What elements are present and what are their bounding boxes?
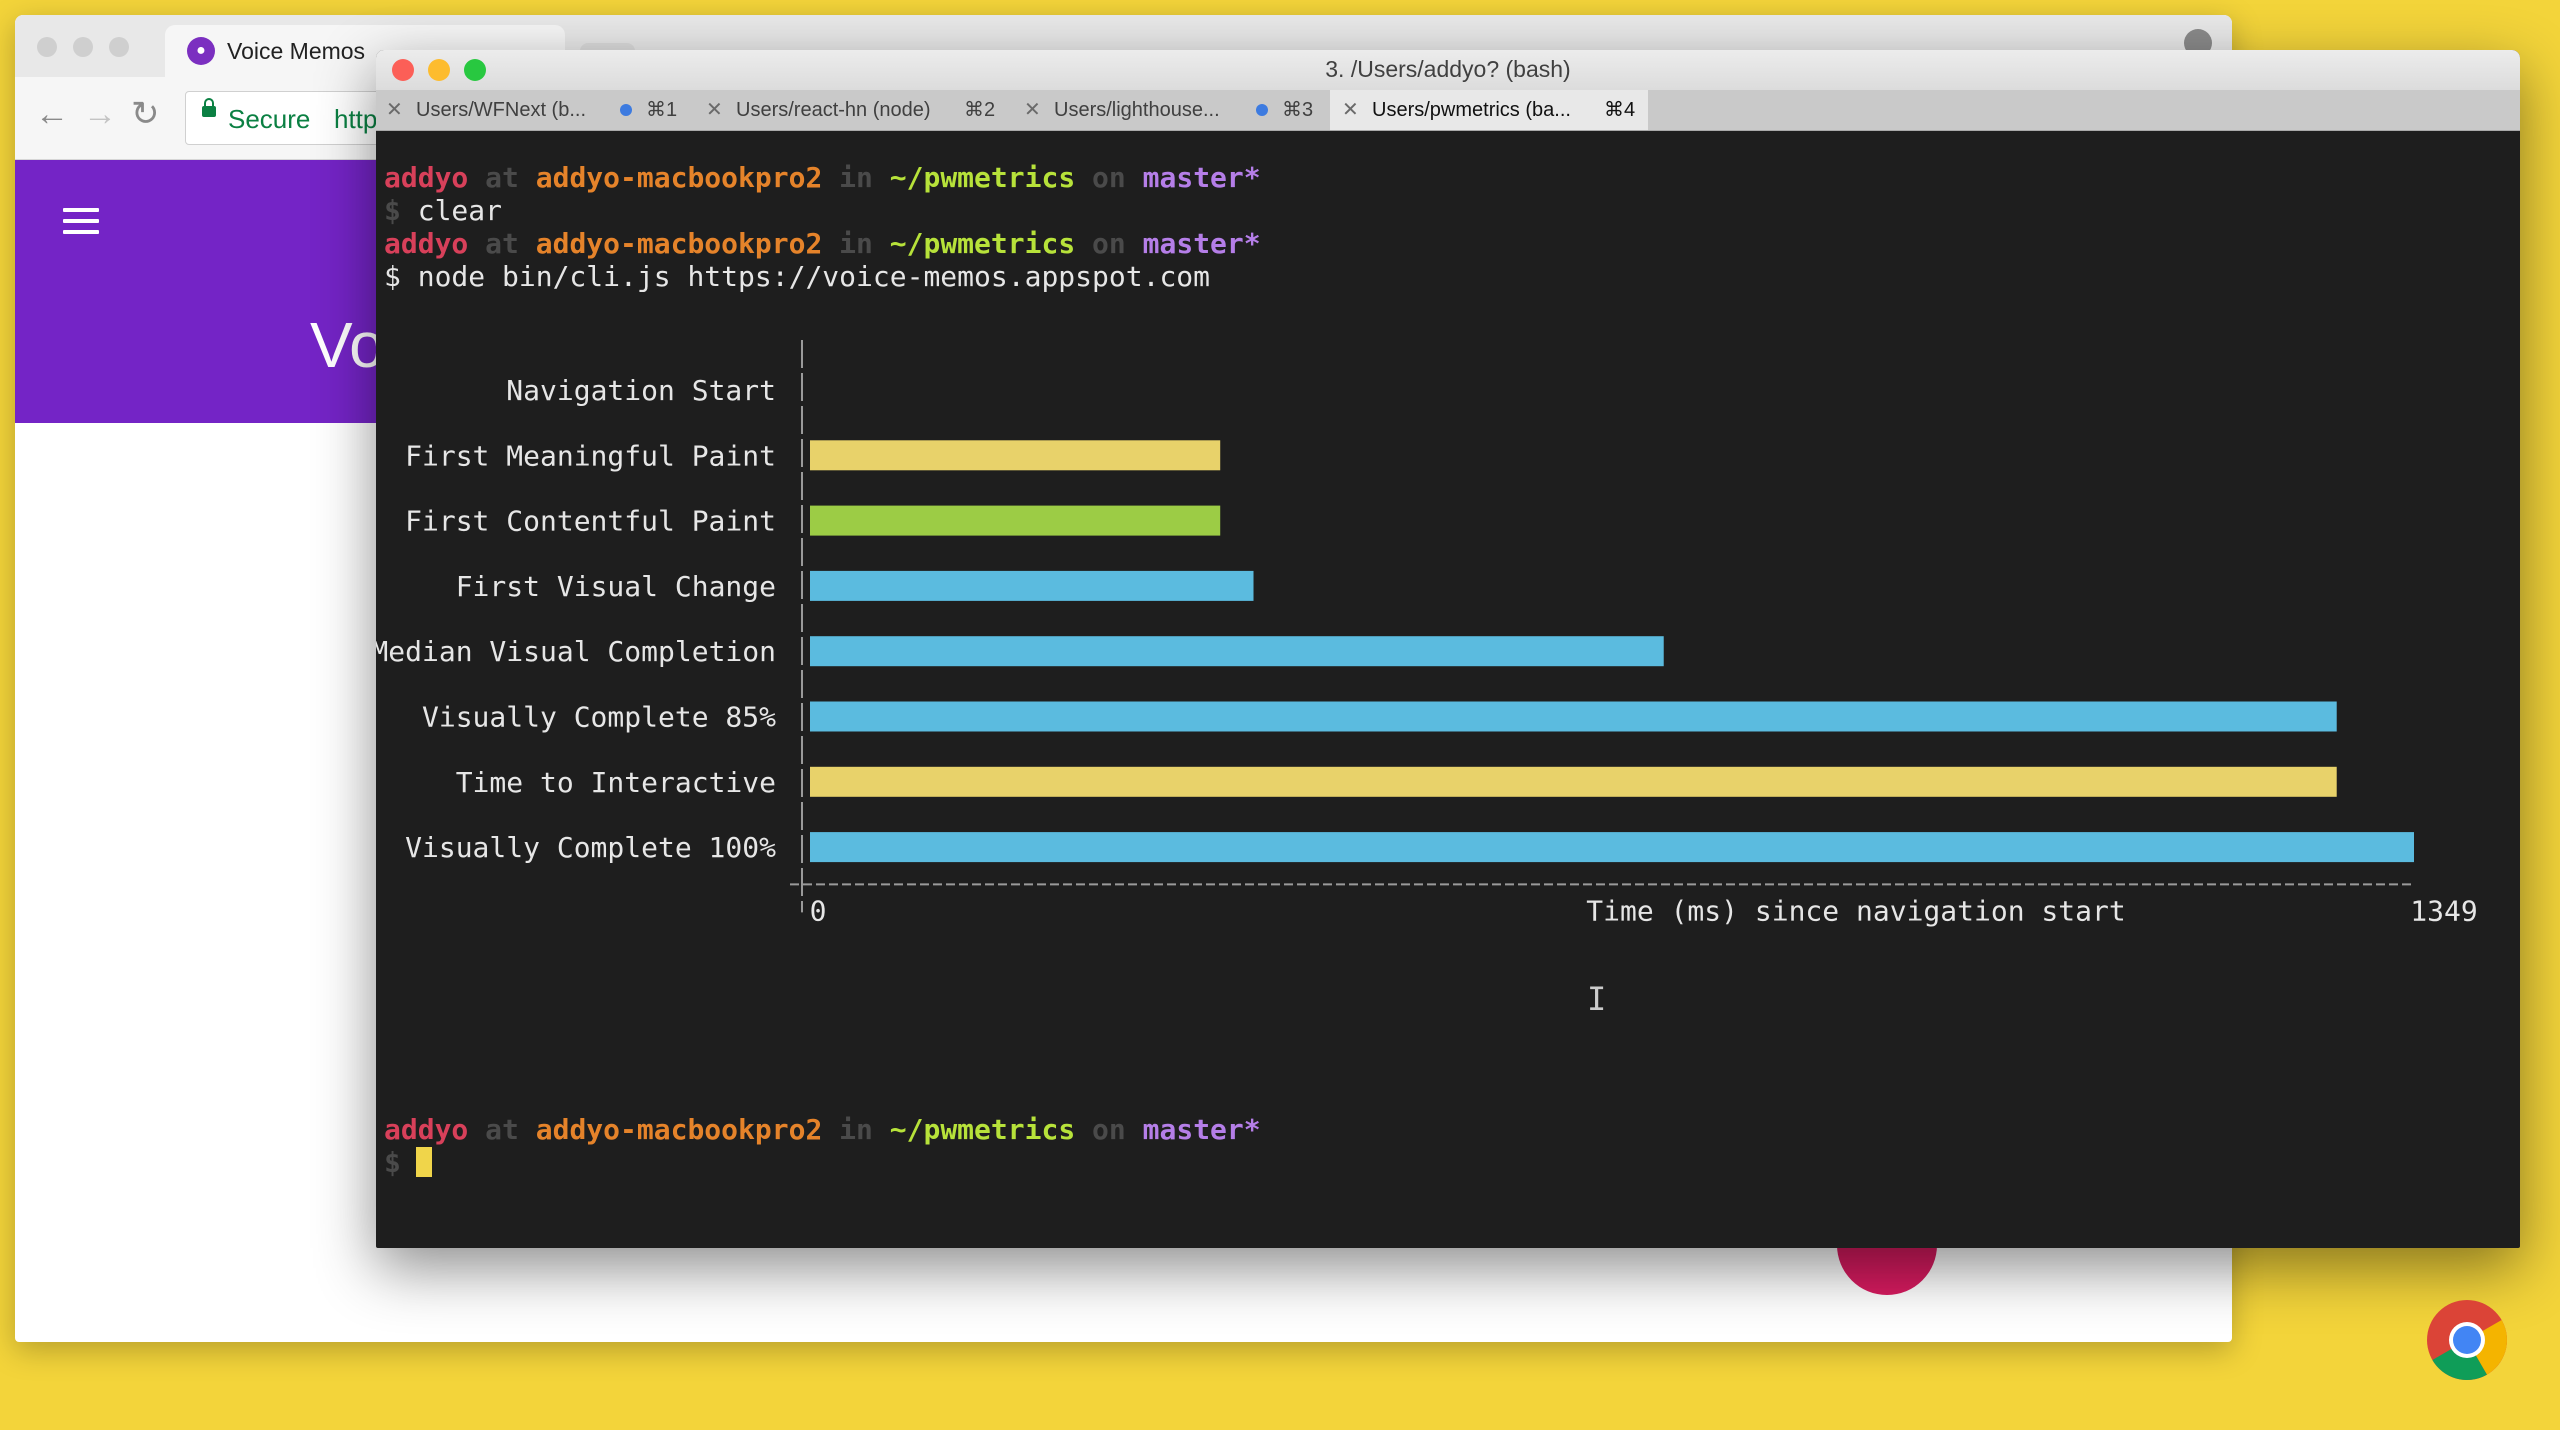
- close-tab-icon[interactable]: ✕: [1342, 90, 1359, 130]
- command-text: clear: [417, 194, 503, 227]
- command-text: node bin/cli.js https://voice-memos.apps…: [417, 260, 1211, 293]
- forward-arrow-icon[interactable]: →: [83, 97, 117, 131]
- timing-bar: [810, 832, 2414, 863]
- back-arrow-icon[interactable]: ←: [35, 97, 69, 131]
- terminal-tabbar: ✕ Users/WFNext (b... ⌘1 ✕ Users/react-hn…: [376, 90, 2520, 131]
- timing-bar: [810, 505, 1221, 536]
- command-line: $: [384, 1147, 401, 1179]
- prompt-on: on: [1092, 161, 1126, 194]
- prompt-branch: master*: [1142, 161, 1261, 194]
- category-label: First Contentful Paint: [405, 505, 776, 538]
- activity-dot-icon: [620, 104, 632, 116]
- command-line: $ node bin/cli.js https://voice-memos.ap…: [384, 261, 1210, 293]
- prompt-on: on: [1092, 1113, 1126, 1146]
- timing-bar: [810, 440, 1221, 471]
- prompt-branch: master*: [1142, 1113, 1261, 1146]
- prompt-user: addyo: [384, 161, 469, 194]
- prompt-line: addyo at addyo-macbookpro2 in ~/pwmetric…: [384, 228, 1261, 260]
- close-tab-icon[interactable]: ✕: [386, 90, 403, 130]
- terminal-tab-label: Users/react-hn (node): [736, 99, 931, 121]
- prompt-user: addyo: [384, 1113, 469, 1146]
- microphone-icon: ●: [187, 37, 215, 65]
- prompt-branch: master*: [1142, 227, 1261, 260]
- chrome-logo-icon: [2427, 1300, 2507, 1380]
- terminal-tab-3[interactable]: ✕ Users/lighthouse... ⌘3: [1012, 90, 1330, 130]
- window-minimize-button[interactable]: [73, 37, 93, 57]
- prompt-user: addyo: [384, 227, 469, 260]
- prompt-at: at: [485, 161, 519, 194]
- hamburger-menu-icon[interactable]: [63, 208, 99, 238]
- timing-bar: [810, 636, 1664, 667]
- x-tick-label: 1349: [2410, 894, 2477, 927]
- prompt-dir: ~/pwmetrics: [889, 227, 1076, 260]
- prompt-line: addyo at addyo-macbookpro2 in ~/pwmetric…: [384, 162, 1261, 194]
- x-tick-label: 0: [810, 894, 827, 927]
- url-text: http: [334, 104, 378, 134]
- prompt-on: on: [1092, 227, 1126, 260]
- category-label: Median Visual Completion: [376, 635, 776, 668]
- prompt-in: in: [839, 161, 873, 194]
- timing-chart: Navigation Start First Meaningful Paint Fi…: [376, 330, 2520, 995]
- reload-icon[interactable]: ↻: [131, 97, 160, 131]
- terminal-window-title: 3. /Users/addyo? (bash): [1325, 56, 1571, 82]
- prompt-line: addyo at addyo-macbookpro2 in ~/pwmetric…: [384, 1114, 1261, 1146]
- app-title: Vo: [310, 309, 385, 381]
- tab-shortcut: ⌘4: [1604, 99, 1636, 121]
- x-axis-label: Time (ms) since navigation start: [1586, 894, 2125, 927]
- terminal-tab-2[interactable]: ✕ Users/react-hn (node) ⌘2: [694, 90, 1012, 130]
- prompt-host: addyo-macbookpro2: [535, 1113, 823, 1146]
- terminal-tab-1[interactable]: ✕ Users/WFNext (b... ⌘1: [376, 90, 694, 130]
- terminal-tab-label: Users/WFNext (b...: [416, 99, 587, 121]
- terminal-cursor[interactable]: [416, 1147, 432, 1177]
- window-zoom-button[interactable]: [109, 37, 129, 57]
- prompt-host: addyo-macbookpro2: [535, 161, 823, 194]
- prompt-at: at: [485, 1113, 519, 1146]
- lock-icon: [202, 98, 216, 117]
- terminal-window: 3. /Users/addyo? (bash) ✕ Users/WFNext (…: [376, 50, 2520, 1248]
- command-line: $ clear: [384, 195, 502, 227]
- timing-bar: [810, 570, 1254, 601]
- category-label: Visually Complete 100%: [405, 831, 776, 864]
- prompt-in: in: [839, 227, 873, 260]
- category-label: First Meaningful Paint: [405, 439, 776, 472]
- window-close-button[interactable]: [37, 37, 57, 57]
- prompt-symbol: $: [384, 194, 401, 227]
- secure-label: Secure: [228, 104, 311, 134]
- terminal-tab-label: Users/lighthouse...: [1054, 99, 1220, 121]
- timing-bar: [810, 766, 2337, 797]
- prompt-at: at: [485, 227, 519, 260]
- terminal-tab-4[interactable]: ✕ Users/pwmetrics (ba... ⌘4: [1330, 90, 1648, 130]
- prompt-symbol: $: [384, 260, 401, 293]
- prompt-symbol: $: [384, 1146, 401, 1179]
- prompt-dir: ~/pwmetrics: [889, 161, 1076, 194]
- prompt-dir: ~/pwmetrics: [889, 1113, 1076, 1146]
- category-label: Navigation Start: [506, 374, 776, 407]
- prompt-in: in: [839, 1113, 873, 1146]
- category-label: Time to Interactive: [456, 766, 776, 799]
- terminal-titlebar: 3. /Users/addyo? (bash): [376, 50, 2520, 90]
- category-label: First Visual Change: [456, 570, 776, 603]
- category-label: Visually Complete 85%: [422, 701, 776, 734]
- timing-bar: [810, 701, 2337, 732]
- tab-shortcut: ⌘3: [1282, 99, 1314, 121]
- tab-shortcut: ⌘2: [964, 99, 996, 121]
- text-cursor-icon: I: [1587, 980, 1607, 1018]
- close-tab-icon[interactable]: ✕: [1024, 90, 1041, 130]
- browser-tab-title: Voice Memos: [227, 38, 366, 64]
- terminal-tab-label: Users/pwmetrics (ba...: [1372, 99, 1571, 121]
- timing-chart-svg: Navigation Start First Meaningful Paint Fi…: [376, 340, 2478, 927]
- activity-dot-icon: [1256, 104, 1268, 116]
- close-tab-icon[interactable]: ✕: [706, 90, 723, 130]
- tab-shortcut: ⌘1: [646, 99, 678, 121]
- prompt-host: addyo-macbookpro2: [535, 227, 823, 260]
